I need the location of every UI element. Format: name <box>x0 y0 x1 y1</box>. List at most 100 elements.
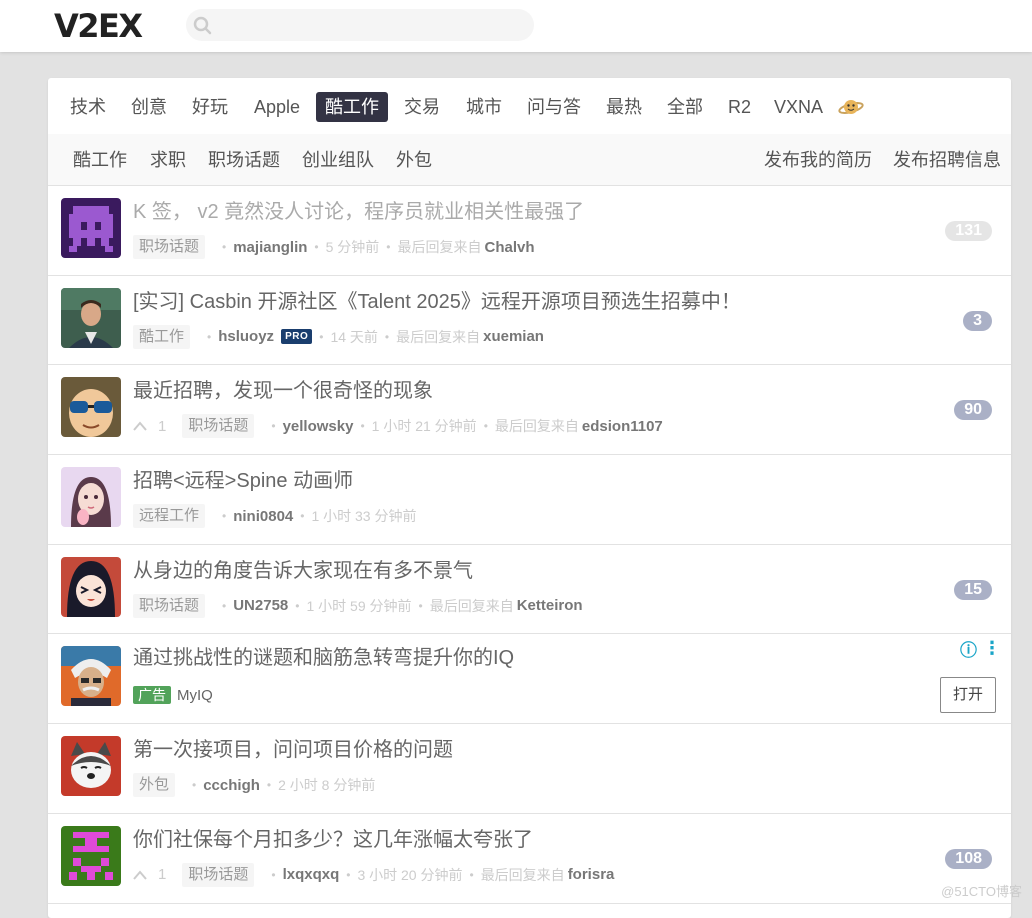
avatar[interactable] <box>61 377 121 437</box>
open-button[interactable]: 打开 <box>940 677 996 713</box>
tab-deals[interactable]: 交易 <box>395 92 449 122</box>
planet-icon[interactable] <box>838 94 864 120</box>
node-tag[interactable]: 远程工作 <box>133 504 205 528</box>
ad-item: 通过挑战性的谜题和脑筋急转弯提升你的IQ 广告 MyIQ ⓘ ⋮ 打开 <box>48 634 1011 724</box>
topic-time: 1 小时 33 分钟前 <box>311 506 416 526</box>
post-resume-link[interactable]: 发布我的简历 <box>764 147 872 173</box>
separator-dot: • <box>314 240 318 254</box>
topic-meta: 职场话题 • UN2758 • 1 小时 59 分钟前 • 最后回复来自 Ket… <box>133 593 583 619</box>
author-link[interactable]: yellowsky <box>283 418 354 435</box>
avatar[interactable] <box>61 736 121 796</box>
ad-title[interactable]: 通过挑战性的谜题和脑筋急转弯提升你的IQ <box>133 644 913 672</box>
topic-meta: 1 职场话题 • lxqxqxq • 3 小时 20 分钟前 • 最后回复来自 … <box>133 862 614 888</box>
tab-jobs[interactable]: 酷工作 <box>316 92 388 122</box>
upvote-counter[interactable]: 1 <box>133 418 166 435</box>
primary-tabs: 技术 创意 好玩 Apple 酷工作 交易 城市 问与答 最热 全部 R2 VX… <box>48 78 1011 134</box>
topic-title[interactable]: 你们社保每个月扣多少？这几年涨幅太夸张了 <box>133 826 913 854</box>
topic-title[interactable]: 从身边的角度告诉大家现在有多不景气 <box>133 557 913 585</box>
anime-face-avatar <box>61 557 121 617</box>
last-reply-user[interactable]: xuemian <box>483 328 544 345</box>
tab-hot[interactable]: 最热 <box>597 92 651 122</box>
more-menu-icon[interactable]: ⋮ <box>983 638 1001 659</box>
tab-all[interactable]: 全部 <box>658 92 712 122</box>
subtab-startup[interactable]: 创业组队 <box>302 147 374 173</box>
avatar[interactable] <box>61 288 121 348</box>
tab-apple[interactable]: Apple <box>245 92 309 122</box>
tab-r2[interactable]: R2 <box>719 92 760 122</box>
site-logo[interactable]: V2EX <box>54 7 142 45</box>
ad-controls: ⓘ ⋮ <box>960 636 1001 661</box>
topic-item: 第一次接项目，问问项目价格的问题 外包 • ccchigh • 2 小时 8 分… <box>48 724 1011 814</box>
subtab-career[interactable]: 职场话题 <box>208 147 280 173</box>
node-tag[interactable]: 职场话题 <box>133 235 205 259</box>
ad-brand[interactable]: MyIQ <box>177 687 213 704</box>
topic-title[interactable]: [实习] Casbin 开源社区《Talent 2025》远程开源项目预选生招募… <box>133 288 913 316</box>
chevron-up-icon <box>133 421 147 431</box>
search-icon <box>192 15 214 37</box>
separator-dot: • <box>360 419 364 433</box>
node-tag[interactable]: 酷工作 <box>133 325 190 349</box>
separator-dot: • <box>222 509 226 523</box>
last-reply-user[interactable]: Ketteiron <box>517 597 583 614</box>
topic-title[interactable]: 最近招聘，发现一个很奇怪的现象 <box>133 377 913 405</box>
reply-count-badge[interactable]: 3 <box>963 311 992 331</box>
avatar[interactable] <box>61 467 121 527</box>
node-tag[interactable]: 职场话题 <box>182 414 254 438</box>
tab-city[interactable]: 城市 <box>457 92 511 122</box>
search-input[interactable] <box>220 13 520 37</box>
pro-badge: PRO <box>281 329 312 344</box>
tab-tech[interactable]: 技术 <box>61 92 115 122</box>
upvote-counter[interactable]: 1 <box>133 866 166 883</box>
reply-count-badge[interactable]: 131 <box>945 221 992 241</box>
last-reply-user[interactable]: forisra <box>568 866 615 883</box>
last-reply-label: 最后回复来自 <box>481 865 565 885</box>
reply-count-badge[interactable]: 90 <box>954 400 992 420</box>
author-link[interactable]: hsluoyz <box>218 328 274 345</box>
subtab-outsource[interactable]: 外包 <box>396 147 432 173</box>
separator-dot: • <box>385 330 389 344</box>
avatar[interactable] <box>61 557 121 617</box>
topic-list: K 签， v2 竟然没人讨论，程序员就业相关性最强了 职场话题 • majian… <box>48 186 1011 904</box>
vote-count: 1 <box>158 418 166 435</box>
avatar[interactable] <box>61 826 121 886</box>
topic-item: 招聘<远程>Spine 动画师 远程工作 • nini0804 • 1 小时 3… <box>48 455 1011 545</box>
node-tag[interactable]: 外包 <box>133 773 175 797</box>
top-bar: V2EX <box>0 0 1032 52</box>
topic-title[interactable]: 招聘<远程>Spine 动画师 <box>133 467 913 495</box>
tab-creative[interactable]: 创意 <box>122 92 176 122</box>
separator-dot: • <box>300 509 304 523</box>
last-reply-user[interactable]: Chalvh <box>485 239 535 256</box>
topic-item: 你们社保每个月扣多少？这几年涨幅太夸张了 1 职场话题 • lxqxqxq • … <box>48 814 1011 904</box>
avatar[interactable] <box>61 198 121 258</box>
man-photo-avatar <box>61 288 121 348</box>
last-reply-label: 最后回复来自 <box>430 596 514 616</box>
search-box[interactable] <box>186 9 534 41</box>
ad-tag: 广告 <box>133 686 171 704</box>
reply-count-badge[interactable]: 108 <box>945 849 992 869</box>
author-link[interactable]: lxqxqxq <box>283 866 340 883</box>
post-job-link[interactable]: 发布招聘信息 <box>893 147 1001 173</box>
node-tag[interactable]: 职场话题 <box>182 863 254 887</box>
author-link[interactable]: majianglin <box>233 239 307 256</box>
author-link[interactable]: ccchigh <box>203 777 260 794</box>
node-tag[interactable]: 职场话题 <box>133 594 205 618</box>
subtab-seeking[interactable]: 求职 <box>150 147 186 173</box>
topic-time: 5 分钟前 <box>326 237 380 257</box>
tab-vxna[interactable]: VXNA <box>765 92 832 122</box>
last-reply-label: 最后回复来自 <box>396 327 480 347</box>
info-icon[interactable]: ⓘ <box>960 636 977 661</box>
last-reply-user[interactable]: edsion1107 <box>582 418 663 435</box>
separator-dot: • <box>386 240 390 254</box>
subtab-jobs[interactable]: 酷工作 <box>73 147 127 173</box>
author-link[interactable]: nini0804 <box>233 508 293 525</box>
tab-qna[interactable]: 问与答 <box>518 92 590 122</box>
ad-image[interactable] <box>61 646 121 706</box>
topic-meta: 外包 • ccchigh • 2 小时 8 分钟前 <box>133 772 375 798</box>
husky-dog-avatar <box>61 736 121 796</box>
reply-count-badge[interactable]: 15 <box>954 580 992 600</box>
separator-dot: • <box>192 778 196 792</box>
topic-title[interactable]: 第一次接项目，问问项目价格的问题 <box>133 736 913 764</box>
author-link[interactable]: UN2758 <box>233 597 288 614</box>
tab-play[interactable]: 好玩 <box>183 92 237 122</box>
topic-title[interactable]: K 签， v2 竟然没人讨论，程序员就业相关性最强了 <box>133 198 913 226</box>
